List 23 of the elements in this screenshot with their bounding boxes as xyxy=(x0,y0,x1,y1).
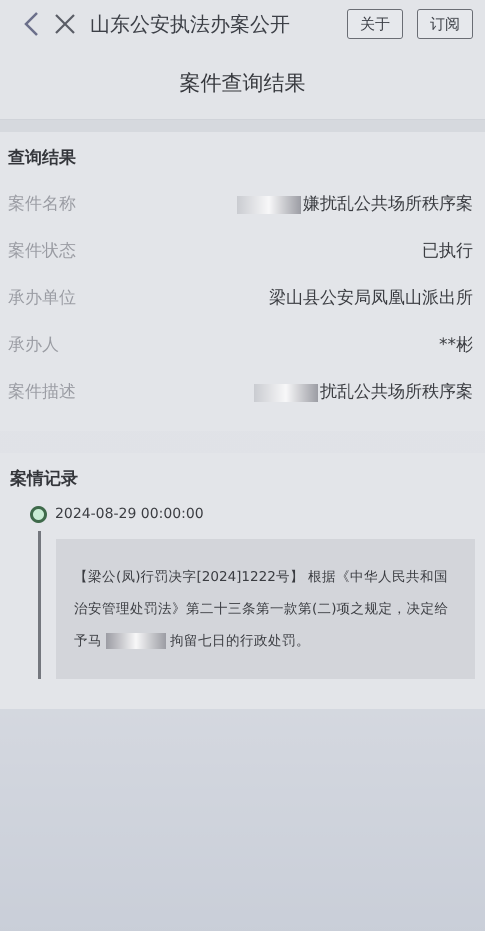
page-title: 案件查询结果 xyxy=(180,70,306,97)
field-value: 扰乱公共场所秩序案 xyxy=(320,381,473,404)
redaction-block xyxy=(106,633,166,650)
close-icon[interactable] xyxy=(54,13,76,35)
field-value: **彬 xyxy=(439,334,473,358)
nav-button[interactable]: 关于 xyxy=(347,9,403,39)
redaction-block xyxy=(254,384,318,402)
field-label: 案件名称 xyxy=(8,193,76,216)
nav-title: 山东公安执法办案公开 xyxy=(90,12,290,36)
field-label: 案件状态 xyxy=(8,240,76,264)
section-heading: 案情记录 xyxy=(10,468,78,490)
back-icon[interactable] xyxy=(22,11,40,37)
field-value: 梁山县公安局凤凰山派出所 xyxy=(269,287,473,310)
field-value: 已执行 xyxy=(422,240,473,264)
record-text: 【梁公(凤)行罚决字[2024]1222号】 根据《中华人民共和国治安管理处罚法》第二十三条第一款第(二)项之规定，决定给予马 拘留七日的行政处罚。 xyxy=(74,568,450,652)
section-heading: 查询结果 xyxy=(8,147,76,170)
record-time: 2024-08-29 00:00:00 xyxy=(55,505,204,524)
field-label: 承办单位 xyxy=(8,287,76,310)
field-label: 案件描述 xyxy=(8,381,76,404)
field-value: 嫌扰乱公共场所秩序案 xyxy=(303,193,473,216)
nav-button[interactable]: 订阅 xyxy=(417,9,473,39)
field-label: 承办人 xyxy=(8,334,59,358)
redaction-block xyxy=(237,196,301,214)
